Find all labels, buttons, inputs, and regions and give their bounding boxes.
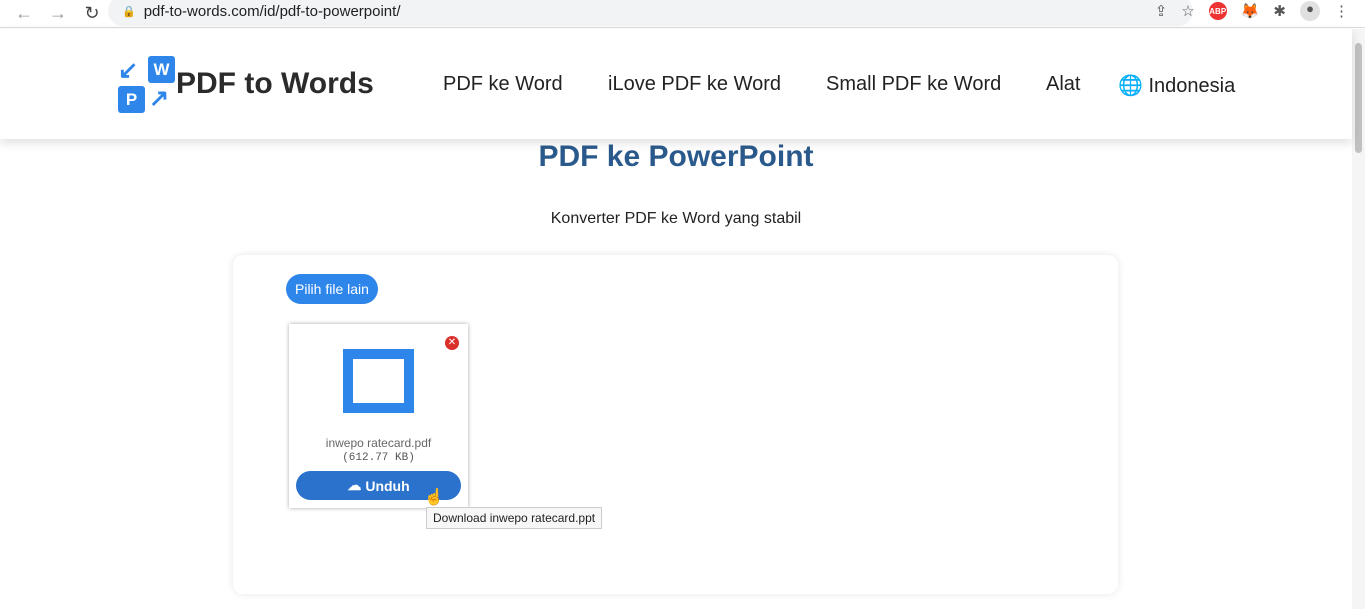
- profile-icon[interactable]: ●: [1300, 1, 1320, 21]
- forward-icon[interactable]: →: [46, 3, 70, 24]
- logo-p: P: [118, 86, 145, 113]
- hand-cursor-icon: ☝: [424, 489, 444, 506]
- back-icon[interactable]: ←: [12, 3, 36, 24]
- nav-ilove-pdf-ke-word[interactable]: iLove PDF ke Word: [608, 73, 781, 96]
- puzzle-icon[interactable]: ✱: [1273, 2, 1286, 20]
- address-bar[interactable]: 🔒 pdf-to-words.com/id/pdf-to-powerpoint/: [108, 0, 1193, 26]
- page-title: PDF ke PowerPoint: [538, 140, 814, 173]
- pick-file-button[interactable]: Pilih file lain: [286, 274, 378, 304]
- nav-pdf-ke-word[interactable]: PDF ke Word: [443, 73, 563, 96]
- brand-name[interactable]: PDF to Words: [176, 67, 374, 101]
- share-icon[interactable]: ⇪: [1155, 2, 1168, 20]
- language-label: Indonesia: [1148, 75, 1236, 97]
- download-tooltip: Download inwepo ratecard.ppt: [426, 507, 603, 529]
- file-card: ✕ inwepo ratecard.pdf (612.77 KB) ☁ Unduh: [289, 324, 468, 508]
- adblock-icon[interactable]: ABP: [1208, 2, 1227, 20]
- browser-toolbar: ← → ↻ 🔒 pdf-to-words.com/id/pdf-to-powerp…: [0, 0, 1365, 28]
- globe-icon: 🌐: [1118, 75, 1143, 97]
- scrollbar[interactable]: [1352, 29, 1365, 609]
- logo[interactable]: ↙ W P ↗: [118, 56, 176, 114]
- metamask-icon[interactable]: 🦊: [1241, 2, 1260, 20]
- reload-icon[interactable]: ↻: [80, 3, 104, 24]
- close-icon[interactable]: ✕: [445, 336, 459, 350]
- logo-w: W: [148, 56, 175, 83]
- nav-alat[interactable]: Alat: [1046, 73, 1080, 96]
- file-size: (612.77 KB): [342, 452, 415, 464]
- cloud-download-icon: ☁: [347, 477, 362, 493]
- url-text: pdf-to-words.com/id/pdf-to-powerpoint/: [143, 2, 401, 20]
- download-label: Unduh: [365, 477, 410, 494]
- file-thumbnail: [343, 349, 414, 413]
- page-subtitle: Konverter PDF ke Word yang stabil: [550, 210, 802, 227]
- language-selector[interactable]: 🌐 Indonesia: [1118, 73, 1235, 98]
- file-name: inwepo ratecard.pdf: [325, 436, 432, 450]
- lock-icon: 🔒: [122, 5, 136, 18]
- nav-small-pdf-ke-word[interactable]: Small PDF ke Word: [826, 73, 1001, 96]
- site-header: ↙ W P ↗ PDF to Words PDF ke Word iLove P…: [0, 29, 1352, 139]
- star-icon[interactable]: ☆: [1181, 2, 1194, 20]
- arrow-icon: ↙: [118, 57, 139, 84]
- arrow-icon: ↗: [149, 85, 170, 112]
- menu-icon[interactable]: ⋮: [1334, 2, 1349, 20]
